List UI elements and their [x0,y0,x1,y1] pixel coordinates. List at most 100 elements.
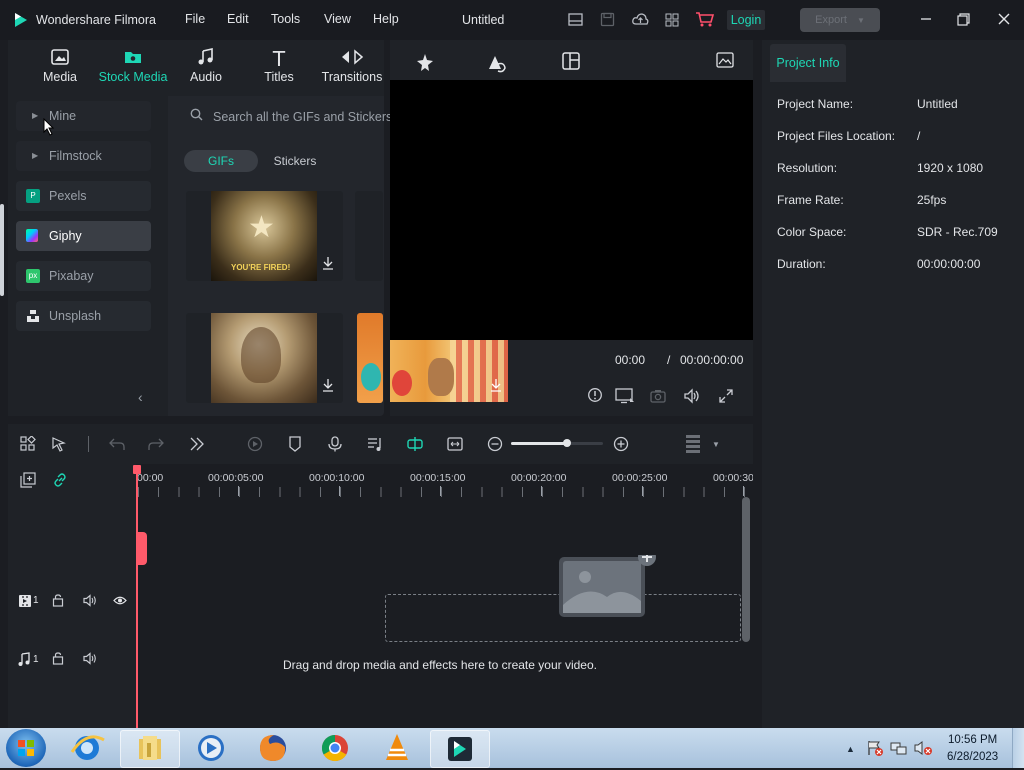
ruler-label: 00:00:15:00 [410,472,466,484]
tab-audio[interactable]: Audio [170,48,242,84]
chevron-down-icon[interactable]: ▼ [712,440,720,449]
snapshot-icon[interactable] [650,389,666,406]
taskbar-firefox-icon[interactable] [244,730,302,766]
auto-ripple-icon[interactable] [406,436,424,455]
lock-icon[interactable] [52,594,64,610]
apps-grid-icon[interactable] [665,13,679,30]
dragged-gif-preview[interactable] [390,340,508,402]
tab-media[interactable]: Media [24,48,96,84]
sidebar-item-label: Pexels [49,189,87,203]
select-tool-icon[interactable] [51,436,67,455]
download-icon[interactable] [322,378,334,395]
zoom-slider-handle[interactable] [563,439,571,447]
tray-clock-date[interactable]: 6/28/2023 [947,751,998,763]
effects-icon[interactable] [414,52,436,77]
taskbar-ie-icon[interactable] [58,730,116,766]
login-button[interactable]: Login [727,10,765,30]
stickers-icon[interactable] [484,52,508,77]
tray-action-center-icon[interactable] [866,740,884,759]
taskbar-explorer-icon[interactable] [120,730,180,768]
menu-edit[interactable]: Edit [227,12,249,26]
taskbar-chrome-icon[interactable] [306,730,364,766]
menu-file[interactable]: File [185,12,205,26]
gif-thumbnail[interactable] [357,313,383,403]
sidebar-item-filmstock[interactable]: ▶ Filmstock [16,141,151,171]
gif-thumbnail[interactable] [186,313,343,403]
taskbar-media-player-icon[interactable] [182,730,240,766]
playhead[interactable] [136,465,138,728]
search-input[interactable]: Search all the GIFs and Stickers [213,110,392,124]
left-edge-handle[interactable] [0,204,4,296]
sidebar-item-mine[interactable]: ▶ Mine [16,101,151,131]
audio-mixer-icon[interactable] [367,436,383,455]
tray-network-icon[interactable] [890,740,908,759]
search-row[interactable]: Search all the GIFs and Stickers [176,103,392,129]
mute-track-icon[interactable] [83,652,97,668]
save-icon[interactable] [600,12,615,30]
timeline-scrollbar[interactable] [742,497,750,642]
cart-icon[interactable] [695,11,715,30]
start-button[interactable] [6,729,46,767]
minimize-icon[interactable] [920,12,932,29]
zoom-out-icon[interactable] [487,436,503,455]
templates-icon[interactable] [562,52,580,73]
tab-transitions[interactable]: Transitions [316,48,388,84]
marker-icon[interactable] [288,436,302,455]
toolbar-divider [88,436,89,452]
tray-volume-muted-icon[interactable] [914,740,934,759]
fullscreen-icon[interactable] [719,389,733,406]
sidebar-item-pexels[interactable]: P Pexels [16,181,151,211]
layout-grid-icon[interactable] [20,435,36,455]
filter-stickers[interactable]: Stickers [262,150,328,172]
mute-track-icon[interactable] [83,594,97,610]
redo-icon[interactable] [148,437,164,454]
link-icon[interactable] [52,472,68,491]
search-icon [190,108,203,124]
add-track-icon[interactable] [20,472,36,491]
taskbar-filmora-icon[interactable] [430,730,490,768]
layout-icon[interactable] [568,13,583,29]
track-view-icon[interactable] [685,434,701,457]
mark-icon[interactable] [587,387,603,406]
tray-clock-time[interactable]: 10:56 PM [948,734,997,746]
download-icon[interactable] [490,378,502,395]
collapse-sidebar-icon[interactable]: ‹ [138,389,143,405]
close-icon[interactable] [998,13,1010,28]
render-icon[interactable] [246,436,264,455]
taskbar-vlc-icon[interactable] [368,730,426,766]
gif-thumbnail[interactable] [355,191,383,281]
preview-quality-icon[interactable] [716,52,734,71]
playhead-handle[interactable] [136,532,147,565]
sidebar-item-unsplash[interactable]: Unsplash [16,301,151,331]
fit-timeline-icon[interactable] [447,436,463,455]
filter-gifs[interactable]: GIFs [184,150,258,172]
download-icon[interactable] [322,256,334,273]
tab-stock-media[interactable]: Stock Media [97,48,169,84]
export-button[interactable]: Export ▼ [800,8,880,32]
undo-icon[interactable] [109,437,125,454]
playhead-top-handle[interactable] [133,465,141,474]
tab-project-info[interactable]: Project Info [770,44,846,82]
sidebar-item-giphy[interactable]: Giphy [16,221,151,251]
tray-expand-icon[interactable]: ▲ [846,744,855,754]
cloud-upload-icon[interactable] [632,12,649,30]
ruler-major-ticks [137,486,753,496]
zoom-in-icon[interactable] [613,436,629,455]
menu-tools[interactable]: Tools [271,12,300,26]
tab-titles[interactable]: T Titles [243,48,315,84]
lock-icon[interactable] [52,652,64,668]
volume-icon[interactable] [683,388,701,407]
gif-thumbnail[interactable]: ★ YOU'RE FIRED! [186,191,343,281]
preview-screen[interactable] [390,80,753,340]
zoom-slider[interactable] [511,439,603,447]
menu-help[interactable]: Help [373,12,399,26]
restore-icon[interactable] [957,13,970,29]
microphone-icon[interactable] [328,436,342,455]
eye-icon[interactable] [113,595,127,609]
menu-view[interactable]: View [324,12,351,26]
zoom-slider-fill [511,442,567,445]
sidebar-item-pixabay[interactable]: px Pixabay [16,261,151,291]
display-icon[interactable] [615,388,635,407]
show-desktop-button[interactable] [1012,728,1024,768]
more-tools-icon[interactable] [190,437,204,454]
